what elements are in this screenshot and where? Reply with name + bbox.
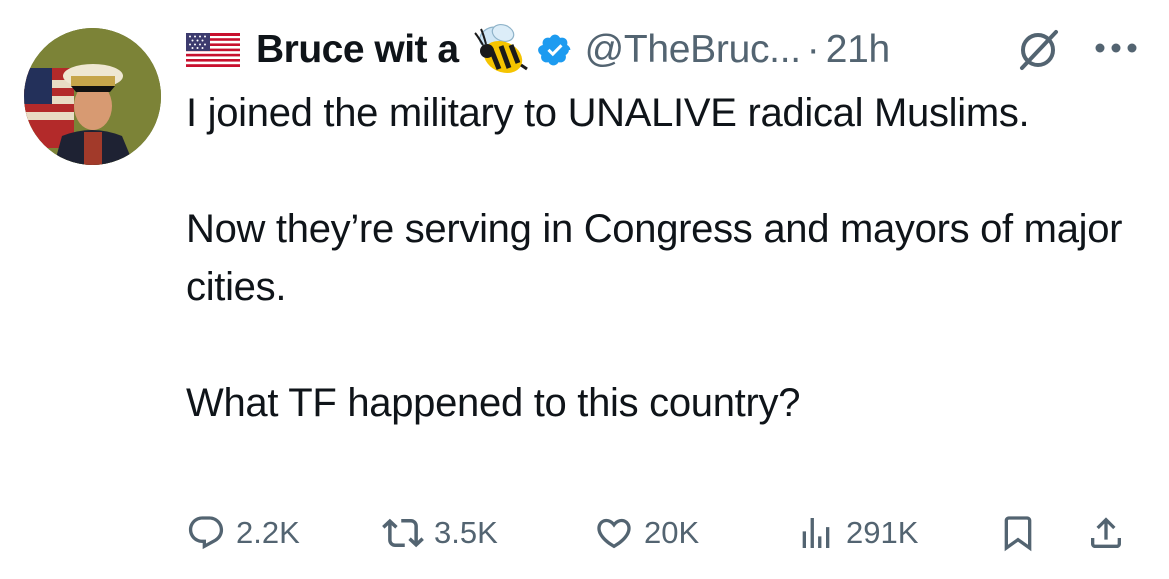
more-options-icon[interactable] xyxy=(1090,38,1142,58)
reply-button[interactable]: 2.2K xyxy=(186,505,300,561)
us-flag-icon xyxy=(186,33,240,67)
share-icon xyxy=(1091,517,1121,548)
tweet-text: I joined the military to UNALIVE radical… xyxy=(186,84,1146,432)
share-button[interactable] xyxy=(1086,505,1126,561)
like-button[interactable]: 20K xyxy=(594,505,699,561)
bee-emoji-icon xyxy=(473,23,528,74)
tweet-paragraph: Now they’re serving in Congress and mayo… xyxy=(186,207,1123,309)
repost-count: 3.5K xyxy=(434,515,498,550)
avatar[interactable] xyxy=(24,28,161,165)
tweet-paragraph: I joined the military to UNALIVE radical… xyxy=(186,91,1030,135)
reply-count: 2.2K xyxy=(236,515,300,550)
user-handle[interactable]: @TheBruc... xyxy=(585,28,802,72)
like-count: 20K xyxy=(644,515,700,550)
grok-icon[interactable] xyxy=(1014,26,1062,74)
views-button[interactable]: 291K xyxy=(796,505,918,561)
action-bar: 2.2K 3.5K 20K 291K xyxy=(186,505,1146,561)
repost-icon xyxy=(382,518,424,548)
reply-icon xyxy=(188,516,224,550)
views-icon xyxy=(802,518,830,548)
tweet-paragraph: What TF happened to this country? xyxy=(186,381,801,425)
separator-dot: · xyxy=(806,28,820,71)
verified-badge-icon[interactable] xyxy=(537,32,573,68)
tweet-header: Bruce wit a @TheBruc... · 21h xyxy=(186,22,890,78)
display-name[interactable]: Bruce wit a xyxy=(256,28,459,72)
tweet-card: Bruce wit a @TheBruc... · 21h I joined t… xyxy=(0,0,1169,579)
heart-icon xyxy=(597,518,631,549)
view-count: 291K xyxy=(846,515,919,550)
timestamp[interactable]: 21h xyxy=(826,28,890,72)
bookmark-icon xyxy=(1004,516,1032,552)
bookmark-button[interactable] xyxy=(998,505,1038,561)
repost-button[interactable]: 3.5K xyxy=(382,505,498,561)
